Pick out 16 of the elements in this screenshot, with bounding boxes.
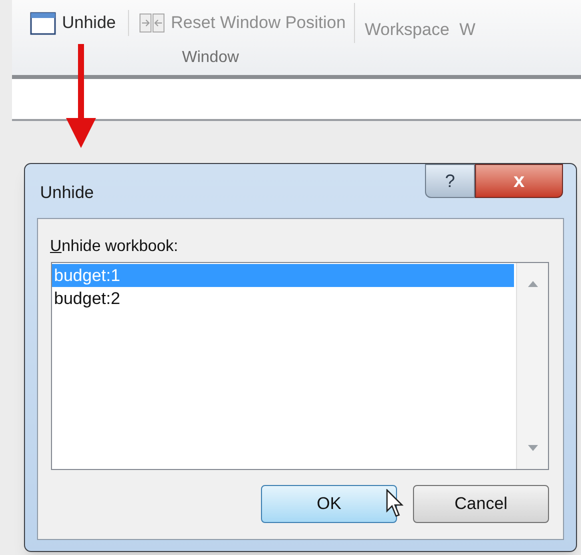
workbook-list[interactable]: budget:1 budget:2	[51, 262, 549, 470]
cursor-icon	[386, 489, 404, 517]
list-item[interactable]: budget:2	[52, 287, 514, 310]
dialog-title: Unhide	[40, 182, 94, 204]
dialog-button[interactable]: OK	[261, 485, 397, 523]
scrollbar[interactable]	[516, 263, 548, 469]
dialog-button[interactable]: Cancel	[413, 485, 549, 523]
help-button[interactable]: ?	[425, 164, 475, 198]
scroll-down-icon[interactable]	[528, 445, 538, 451]
windows-icon	[138, 12, 165, 34]
scroll-up-icon[interactable]	[528, 281, 538, 287]
arrow-icon	[66, 44, 96, 148]
group-label: Window	[182, 49, 239, 66]
window-icon	[30, 12, 56, 34]
ribbon-button[interactable]: Unhide	[30, 10, 124, 36]
list-label: Unhide workbook:	[50, 237, 178, 257]
